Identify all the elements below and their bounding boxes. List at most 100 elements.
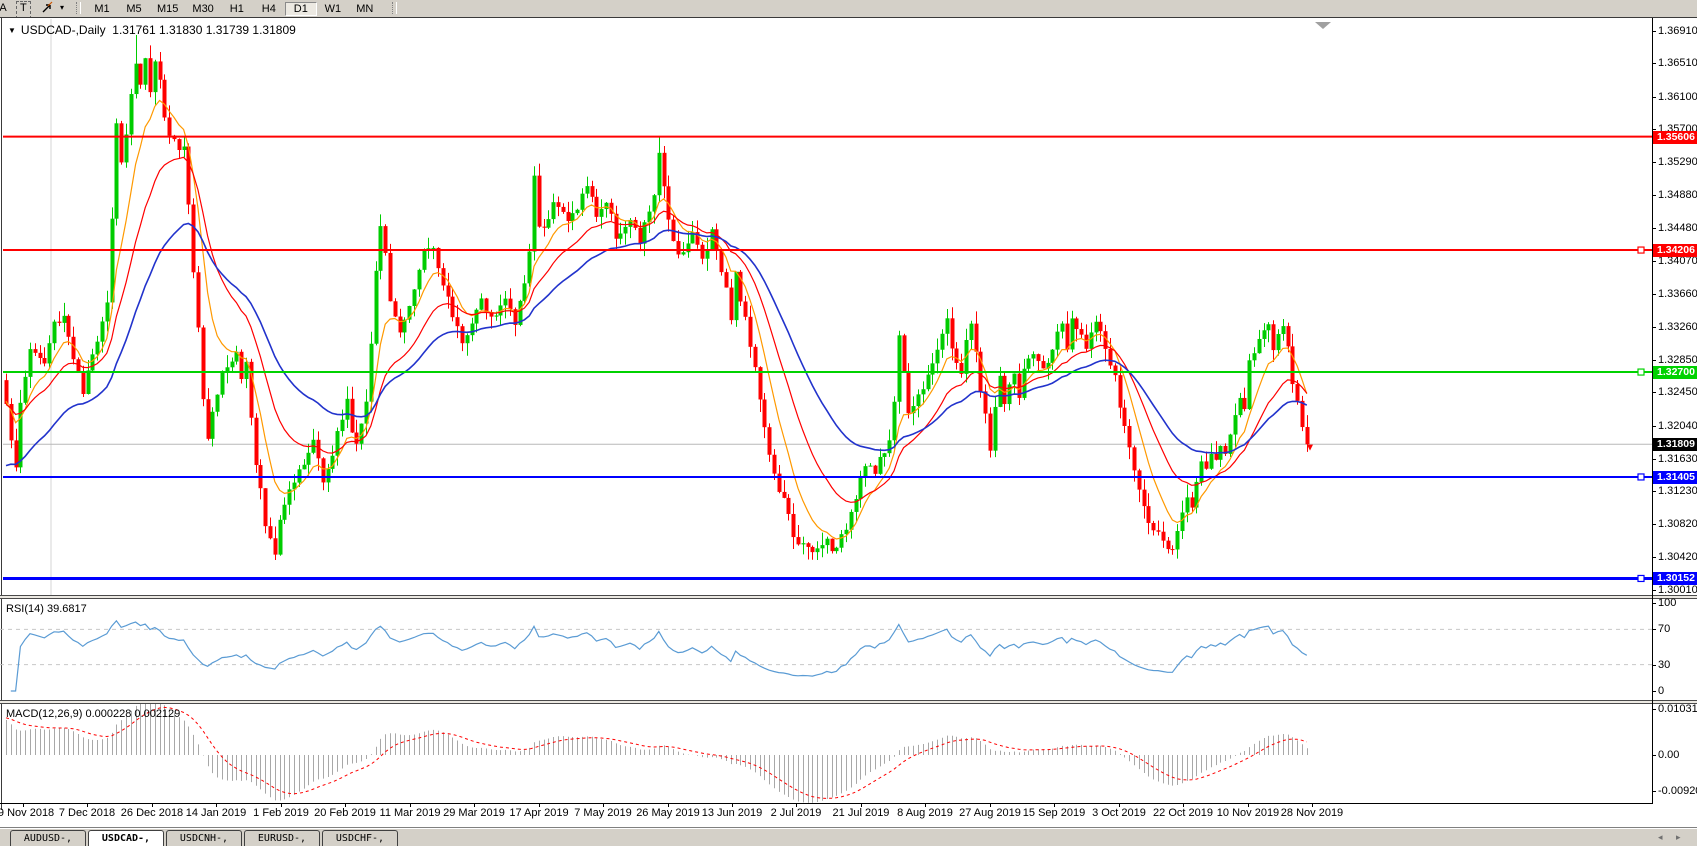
price-axis-tick: [1652, 590, 1656, 591]
macd-plot[interactable]: [0, 704, 1652, 803]
symbol-dropdown-icon[interactable]: ▼: [8, 26, 16, 35]
price-axis-tick: [1652, 261, 1656, 262]
date-label: 28 Nov 2019: [1267, 807, 1357, 819]
timeframe-button-h1[interactable]: H1: [221, 2, 253, 16]
price-axis-tick: [1652, 360, 1656, 361]
macd-signal-line: [6, 707, 1307, 798]
macd-axis-tick: [1652, 709, 1656, 710]
price-axis-tick: [1652, 557, 1656, 558]
dropdown-caret-icon[interactable]: ▾: [58, 0, 66, 16]
macd-axis-label: 0.010311: [1658, 703, 1697, 715]
chart-bottom-border: [0, 803, 1652, 804]
price-axis-label: 1.31630: [1658, 453, 1697, 465]
timeframe-button-m15[interactable]: M15: [150, 2, 185, 16]
chart-title-ohlc: 1.31761 1.31830 1.31739 1.31809: [112, 23, 296, 37]
timeframe-button-m5[interactable]: M5: [118, 2, 150, 16]
price-axis-label: 1.30010: [1658, 584, 1697, 596]
rsi-plot[interactable]: [0, 599, 1652, 700]
rsi-axis-tick: [1652, 629, 1656, 630]
timeframe-button-mn[interactable]: MN: [349, 2, 381, 16]
price-axis-label: 1.32850: [1658, 354, 1697, 366]
price-axis-label: 1.33260: [1658, 321, 1697, 333]
timeframe-toolbar: M1M5M15M30H1H4D1W1MN: [86, 0, 381, 17]
price-axis-tick: [1652, 63, 1656, 64]
tab-scroll-right-icon[interactable]: ▸: [1676, 832, 1681, 843]
price-axis-tick: [1652, 327, 1656, 328]
price-axis-tick: [1652, 162, 1656, 163]
chart-tab-eurusd[interactable]: EURUSD-, Daily: [244, 830, 320, 846]
window-top-border: [0, 17, 1697, 18]
price-axis-tick: [1652, 426, 1656, 427]
level-line-handle[interactable]: [1638, 474, 1644, 480]
rsi-header: RSI(14) 39.6817: [6, 603, 87, 615]
chart-tab-usdcnh[interactable]: USDCNH-, Daily: [166, 830, 242, 846]
cursor-tool[interactable]: A: [0, 0, 9, 16]
mt4-window: A T ▾ M1M5M15M30H1H4D1W1MN ▼ USDCAD-,Dail…: [0, 0, 1697, 846]
rsi-axis-tick: [1652, 665, 1656, 666]
diagonal-arrows-glyph: [41, 0, 55, 14]
rsi-line: [11, 621, 1307, 691]
rsi-axis-label: 0: [1658, 685, 1697, 697]
macd-header: MACD(12,26,9) 0.000228 0.002129: [6, 708, 180, 720]
candlestick-series: [5, 35, 1310, 560]
price-axis-tick: [1652, 228, 1656, 229]
rsi-axis-label: 30: [1658, 659, 1697, 671]
price-axis-label: 1.34480: [1658, 222, 1697, 234]
level-line-handle[interactable]: [1638, 247, 1644, 253]
chart-tab-audusd[interactable]: AUDUSD-, Daily: [10, 830, 86, 846]
rsi-axis-tick: [1652, 691, 1656, 692]
macd-axis-tick: [1652, 791, 1656, 792]
price-axis-label: 1.30820: [1658, 518, 1697, 530]
moving-average-fast: [6, 101, 1307, 540]
price-axis-tick: [1652, 392, 1656, 393]
moving-average-slow: [6, 224, 1307, 466]
tab-scroll-left-icon[interactable]: ◂: [1658, 832, 1663, 843]
level-line-handle[interactable]: [1638, 369, 1644, 375]
price-axis-label: 1.33660: [1658, 288, 1697, 300]
price-axis-tick: [1652, 31, 1656, 32]
rsi-axis-label: 100: [1658, 597, 1697, 609]
price-axis-tick: [1652, 524, 1656, 525]
price-axis-label: 1.36910: [1658, 25, 1697, 37]
macd-axis-tick: [1652, 755, 1656, 756]
price-axis-label: 1.36510: [1658, 57, 1697, 69]
price-level-badge: 1.32700: [1653, 366, 1697, 379]
price-axis-label: 1.31230: [1658, 485, 1697, 497]
macd-axis-label: 0.00: [1658, 749, 1697, 761]
price-level-badge: 1.35606: [1653, 131, 1697, 144]
level-line-handle[interactable]: [1638, 575, 1644, 581]
chart-window: ▼ USDCAD-,Daily 1.31761 1.31830 1.31739 1…: [0, 17, 1697, 827]
price-level-badge: 1.34206: [1653, 244, 1697, 257]
toolbar: A T ▾ M1M5M15M30H1H4D1W1MN: [0, 0, 1697, 18]
timeframe-button-m30[interactable]: M30: [185, 2, 220, 16]
chart-shift-marker-icon[interactable]: [1315, 22, 1331, 29]
price-axis-label: 1.30420: [1658, 551, 1697, 563]
price-axis-tick: [1652, 459, 1656, 460]
price-chart-plot[interactable]: [0, 19, 1652, 595]
price-axis-tick: [1652, 97, 1656, 98]
chart-title: ▼ USDCAD-,Daily 1.31761 1.31830 1.31739 1…: [8, 23, 296, 37]
macd-axis-label: -0.009203: [1658, 785, 1697, 797]
timeframe-button-h4[interactable]: H4: [253, 2, 285, 16]
current-price-badge: 1.31809: [1653, 438, 1697, 451]
price-level-badge: 1.31405: [1653, 471, 1697, 484]
toolbar-grip: [76, 2, 81, 14]
price-axis-label: 1.35290: [1658, 156, 1697, 168]
arrows-tool-icon[interactable]: [40, 0, 56, 16]
price-axis-label: 1.34880: [1658, 189, 1697, 201]
price-axis-tick: [1652, 491, 1656, 492]
price-axis-label: 1.32450: [1658, 386, 1697, 398]
price-axis-tick: [1652, 195, 1656, 196]
chart-title-symbol: USDCAD-,Daily: [21, 23, 106, 37]
chart-tab-usdchf[interactable]: USDCHF-, Daily: [322, 830, 398, 846]
price-level-badge: 1.30152: [1653, 572, 1697, 585]
price-axis-label: 1.32040: [1658, 420, 1697, 432]
chart-tab-bar: ◂ ▸ AUDUSD-, DailyUSDCAD-, DailyUSDCNH-,…: [0, 827, 1697, 846]
toolbar-grip: [392, 2, 397, 14]
chart-tab-usdcad[interactable]: USDCAD-, Daily: [88, 830, 164, 846]
timeframe-button-d1[interactable]: D1: [285, 2, 317, 16]
price-axis-label: 1.36100: [1658, 91, 1697, 103]
timeframe-button-m1[interactable]: M1: [86, 2, 118, 16]
timeframe-button-w1[interactable]: W1: [317, 2, 349, 16]
macd-histogram: [7, 704, 1308, 803]
